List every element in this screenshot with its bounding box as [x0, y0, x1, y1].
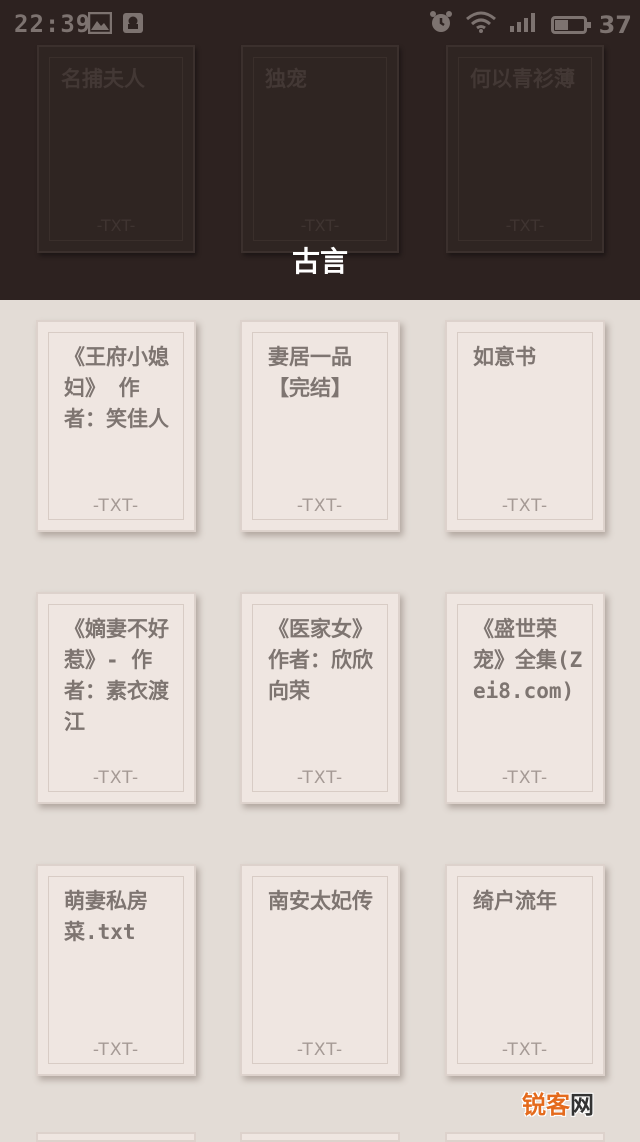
wifi-icon [465, 11, 497, 39]
ghost-book: 独宠 -TXT- [241, 45, 399, 253]
book-ext: -TXT- [501, 768, 549, 788]
book-item[interactable]: 萌妻私房菜.txt -TXT- [36, 864, 196, 1076]
ghost-shelf: 名捕夫人 -TXT- 独宠 -TXT- 何以青衫薄 -TXT- [0, 45, 640, 255]
book-shelf[interactable]: 《王府小媳妇》 作者：笑佳人 -TXT- 妻居一品【完结】 -TXT- 如意书 … [0, 300, 640, 1138]
book-ext: -TXT- [501, 496, 549, 516]
book-item[interactable]: 《嫡妻不好惹》- 作者：素衣渡江 -TXT- [36, 592, 196, 804]
book-item[interactable]: 《王府小媳妇》 作者：笑佳人 -TXT- [36, 320, 196, 532]
ghost-book: 名捕夫人 -TXT- [37, 45, 195, 253]
book-title: 《盛世荣宠》全集(Zei8.com) [473, 617, 583, 703]
book-ext: -TXT- [296, 1040, 344, 1060]
ghost-book-title: 名捕夫人 [61, 67, 145, 91]
book-title: 《嫡妻不好惹》- 作者：素衣渡江 [64, 617, 169, 734]
status-time: 22:39 [14, 10, 92, 38]
signal-icon [509, 11, 539, 39]
ghost-book-ext: -TXT- [96, 216, 136, 235]
book-title: 《王府小媳妇》 作者：笑佳人 [64, 345, 169, 431]
book-ext: -TXT- [92, 768, 140, 788]
gallery-icon [87, 11, 113, 40]
battery-level: 37 [598, 11, 632, 39]
book-title: 如意书 [473, 345, 536, 369]
book-ext: -TXT- [92, 496, 140, 516]
book-item-partial[interactable] [36, 1132, 196, 1142]
book-item[interactable]: 《盛世荣宠》全集(Zei8.com) -TXT- [445, 592, 605, 804]
ghost-book-title: 何以青衫薄 [470, 67, 575, 91]
battery-fill [554, 20, 569, 30]
book-item-partial[interactable] [240, 1132, 400, 1142]
category-header: 22:39 37 名捕夫人 -TXT- 独宠 -TXT- 何以青衫薄 -TXT-… [0, 0, 640, 300]
notification-icon [122, 12, 144, 40]
book-title: 南安太妃传 [268, 889, 373, 913]
book-ext: -TXT- [296, 496, 344, 516]
ghost-book-ext: -TXT- [505, 216, 545, 235]
book-title: 《医家女》作者：欣欣向荣 [268, 617, 373, 703]
ghost-book-ext: -TXT- [300, 216, 340, 235]
book-title: 萌妻私房菜.txt [64, 889, 148, 944]
alarm-icon [429, 10, 453, 40]
book-item-partial[interactable] [445, 1132, 605, 1142]
battery-icon [550, 16, 591, 34]
book-ext: -TXT- [92, 1040, 140, 1060]
status-right-icons: 37 [429, 10, 632, 40]
book-ext: -TXT- [296, 768, 344, 788]
status-bar: 22:39 37 [0, 0, 640, 48]
book-title: 绮户流年 [473, 889, 557, 913]
book-item[interactable]: 《医家女》作者：欣欣向荣 -TXT- [240, 592, 400, 804]
book-item[interactable]: 绮户流年 -TXT- [445, 864, 605, 1076]
watermark-part1: 锐客 [522, 1091, 570, 1119]
category-title[interactable]: 古言 [0, 240, 640, 280]
ghost-book-title: 独宠 [265, 67, 307, 91]
status-left-icons [87, 11, 144, 40]
book-item[interactable]: 如意书 -TXT- [445, 320, 605, 532]
watermark-part2: 网 [570, 1091, 594, 1119]
ghost-book: 何以青衫薄 -TXT- [446, 45, 604, 253]
book-ext: -TXT- [501, 1040, 549, 1060]
book-item[interactable]: 妻居一品【完结】 -TXT- [240, 320, 400, 532]
book-item[interactable]: 南安太妃传 -TXT- [240, 864, 400, 1076]
book-title: 妻居一品【完结】 [268, 345, 352, 400]
site-watermark: 锐客网 [522, 1085, 594, 1120]
